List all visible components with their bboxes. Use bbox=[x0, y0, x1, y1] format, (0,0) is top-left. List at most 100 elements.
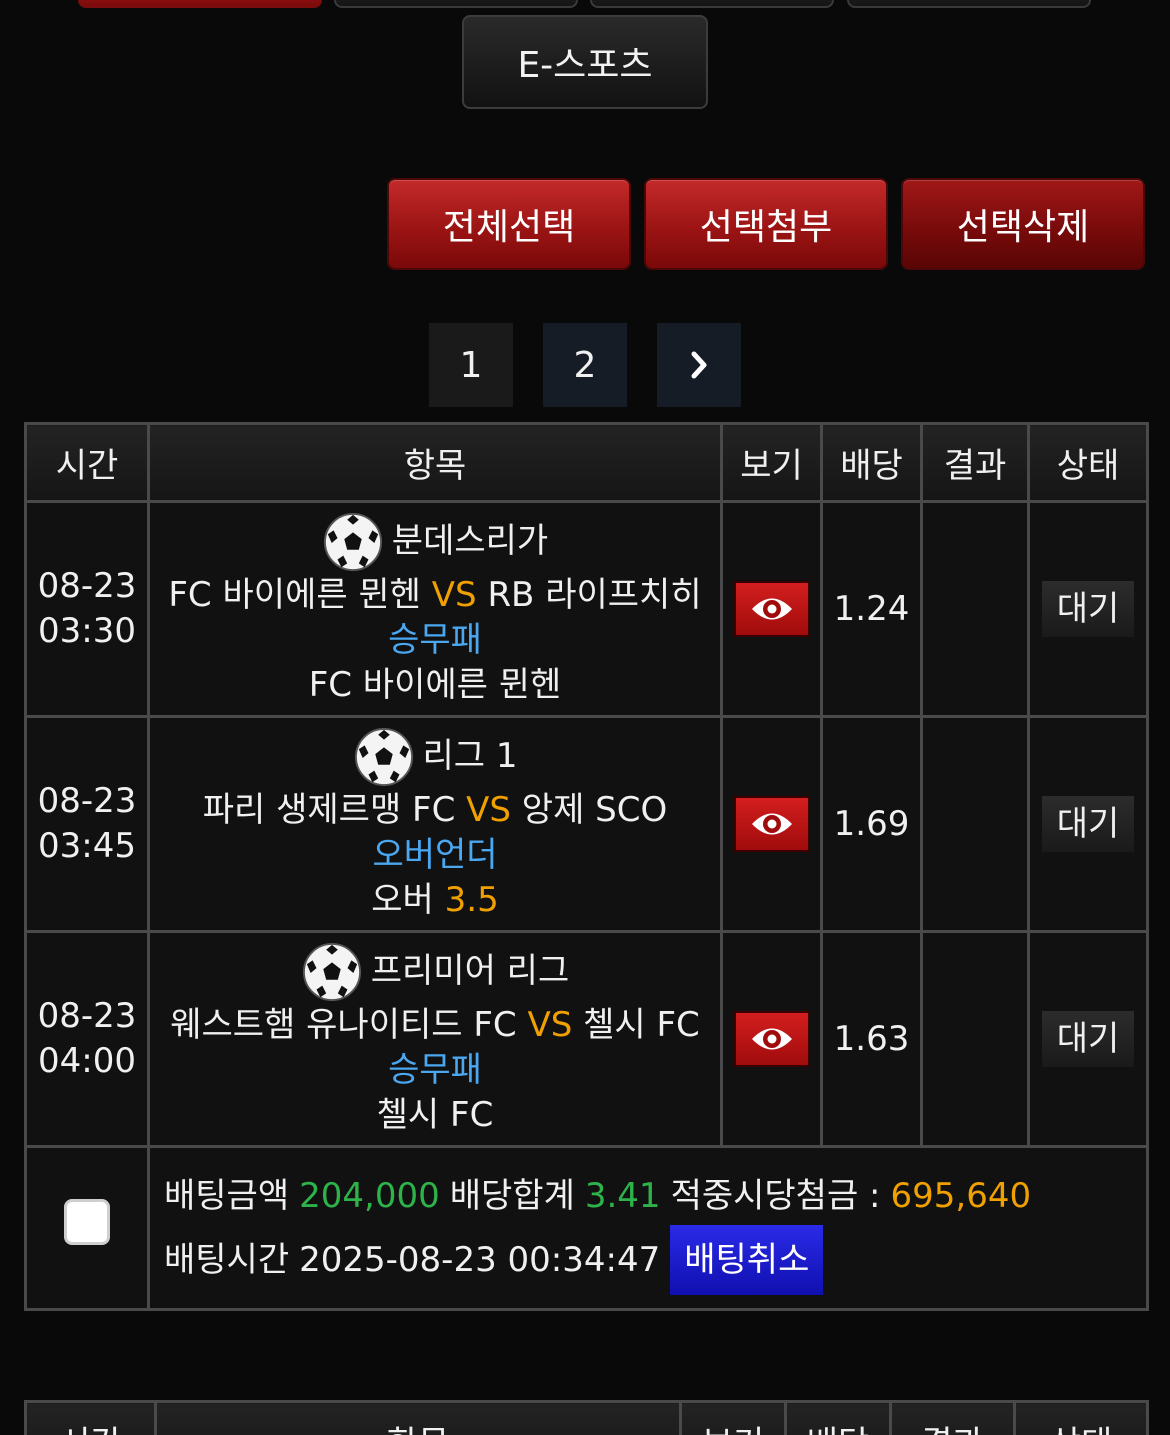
item-cell: 분데스리가 FC 바이에른 뮌헨 VS RB 라이프치히 승무패 FC 바이에른… bbox=[147, 500, 723, 718]
header-status: 상태 bbox=[1013, 1400, 1149, 1435]
home-team: 파리 생제르맹 FC bbox=[202, 789, 456, 830]
odds-value: 1.24 bbox=[820, 500, 923, 718]
bet-pick: 오버 3.5 bbox=[150, 878, 720, 923]
table-row: 08-23 04:00 프리미어 리그 웨스트햄 유나이티드 FC VS 첼시 … bbox=[24, 930, 1149, 1148]
bet-slip-table-2: 시간 항목 보기 배당 결과 상태 bbox=[24, 1400, 1149, 1435]
eye-icon bbox=[751, 813, 792, 835]
bet-slip-table: 시간 항목 보기 배당 결과 상태 08-23 03:30 분데스리가 FC 바… bbox=[24, 422, 1149, 1311]
odds-value: 1.69 bbox=[820, 715, 923, 933]
top-tab-4[interactable] bbox=[847, 0, 1091, 8]
header-view: 보기 bbox=[679, 1400, 787, 1435]
page-button-1[interactable]: 1 bbox=[429, 323, 513, 407]
result-cell bbox=[920, 930, 1030, 1148]
status-badge: 대기 bbox=[1042, 1011, 1134, 1067]
select-all-button[interactable]: 전체선택 bbox=[387, 178, 631, 270]
esports-tab-button[interactable]: E-스포츠 bbox=[462, 15, 708, 109]
top-tab-2[interactable] bbox=[334, 0, 578, 8]
bet-pick: 첼시 FC bbox=[150, 1093, 720, 1138]
home-team: 웨스트햄 유나이티드 FC bbox=[170, 1004, 517, 1045]
total-odds-label: 배당합계 bbox=[449, 1175, 575, 1216]
vs-label: VS bbox=[466, 789, 511, 830]
summary-amount-line: 배팅금액 204,000 배당합계 3.41 적중시당첨금 : 695,640 bbox=[164, 1164, 1146, 1228]
matchup: FC 바이에른 뮌헨 VS RB 라이프치히 bbox=[150, 573, 720, 618]
vs-label: VS bbox=[431, 574, 477, 615]
vs-label: VS bbox=[527, 1004, 573, 1045]
pick-value: 3.5 bbox=[444, 879, 499, 920]
table-header-row: 시간 항목 보기 배당 결과 상태 bbox=[24, 422, 1149, 503]
status-cell: 대기 bbox=[1027, 500, 1149, 718]
bet-date: 08-23 bbox=[37, 781, 137, 821]
header-time: 시간 bbox=[24, 422, 150, 503]
bet-select-checkbox[interactable] bbox=[64, 1199, 110, 1245]
view-button[interactable] bbox=[733, 796, 810, 852]
payout-amount: 695,640 bbox=[890, 1175, 1032, 1216]
delete-selected-button[interactable]: 선택삭제 bbox=[901, 178, 1145, 270]
header-result: 결과 bbox=[920, 422, 1030, 503]
eye-icon bbox=[751, 598, 792, 620]
summary-time-line: 배팅시간 2025-08-23 00:34:47 배팅취소 bbox=[164, 1225, 1146, 1295]
top-tab-active[interactable] bbox=[78, 0, 322, 8]
view-cell bbox=[720, 715, 823, 933]
bet-time: 03:30 bbox=[38, 611, 136, 651]
bet-date: 08-23 bbox=[37, 566, 137, 606]
table-row: 08-23 03:45 리그 1 파리 생제르맹 FC VS 앙제 SCO 오버… bbox=[24, 715, 1149, 933]
header-odds: 배당 bbox=[820, 422, 923, 503]
bet-amount: 204,000 bbox=[299, 1175, 440, 1216]
total-odds: 3.41 bbox=[584, 1175, 661, 1216]
header-result: 결과 bbox=[889, 1400, 1016, 1435]
away-team: 첼시 FC bbox=[583, 1004, 700, 1045]
chevron-right-icon bbox=[691, 351, 707, 379]
pick-label: 오버 bbox=[371, 879, 434, 920]
away-team: 앙제 SCO bbox=[521, 789, 668, 830]
matchup: 웨스트햄 유나이티드 FC VS 첼시 FC bbox=[150, 1003, 720, 1048]
eye-icon bbox=[751, 1028, 792, 1050]
status-badge: 대기 bbox=[1042, 796, 1134, 852]
pick-label: FC 바이에른 뮌헨 bbox=[308, 664, 562, 705]
status-badge: 대기 bbox=[1042, 581, 1134, 637]
header-view: 보기 bbox=[720, 422, 823, 503]
view-button[interactable] bbox=[733, 581, 810, 637]
away-team: RB 라이프치히 bbox=[487, 574, 702, 615]
header-status: 상태 bbox=[1027, 422, 1149, 503]
item-cell: 리그 1 파리 생제르맹 FC VS 앙제 SCO 오버언더 오버 3.5 bbox=[147, 715, 723, 933]
league-name: 리그 1 bbox=[422, 736, 518, 776]
pick-label: 첼시 FC bbox=[376, 1094, 494, 1135]
header-item: 항목 bbox=[154, 1400, 682, 1435]
header-item: 항목 bbox=[147, 422, 723, 503]
bet-date: 08-23 bbox=[37, 996, 137, 1036]
league-name: 분데스리가 bbox=[391, 521, 549, 561]
bet-summary-row: 배팅금액 204,000 배당합계 3.41 적중시당첨금 : 695,640 … bbox=[24, 1145, 1149, 1311]
bet-time: 04:00 bbox=[38, 1041, 136, 1081]
attach-selected-button[interactable]: 선택첨부 bbox=[644, 178, 888, 270]
league-name: 프리미어 리그 bbox=[370, 951, 570, 991]
table-row: 08-23 03:30 분데스리가 FC 바이에른 뮌헨 VS RB 라이프치히… bbox=[24, 500, 1149, 718]
soccer-ball-icon bbox=[323, 512, 382, 571]
result-cell bbox=[920, 500, 1030, 718]
view-cell bbox=[720, 930, 823, 1148]
cancel-bet-button[interactable]: 배팅취소 bbox=[670, 1225, 824, 1295]
market-type: 승무패 bbox=[388, 1049, 482, 1090]
time-cell: 08-23 03:45 bbox=[24, 715, 150, 933]
odds-value: 1.63 bbox=[820, 930, 923, 1148]
bet-amount-label: 배팅금액 bbox=[164, 1175, 290, 1216]
header-time: 시간 bbox=[24, 1400, 157, 1435]
soccer-ball-icon bbox=[354, 727, 413, 786]
item-cell: 프리미어 리그 웨스트햄 유나이티드 FC VS 첼시 FC 승무패 첼시 FC bbox=[147, 930, 723, 1148]
status-cell: 대기 bbox=[1027, 930, 1149, 1148]
bet-timestamp: 2025-08-23 00:34:47 bbox=[299, 1239, 661, 1280]
market-type: 승무패 bbox=[388, 619, 482, 660]
time-cell: 08-23 04:00 bbox=[24, 930, 150, 1148]
header-odds: 배당 bbox=[784, 1400, 892, 1435]
home-team: FC 바이에른 뮌헨 bbox=[168, 574, 421, 615]
status-cell: 대기 bbox=[1027, 715, 1149, 933]
bet-time-label: 배팅시간 bbox=[164, 1239, 290, 1280]
select-cell bbox=[24, 1145, 150, 1311]
summary-cell: 배팅금액 204,000 배당합계 3.41 적중시당첨금 : 695,640 … bbox=[147, 1145, 1149, 1311]
view-button[interactable] bbox=[733, 1011, 810, 1067]
next-page-button[interactable] bbox=[657, 323, 741, 407]
soccer-ball-icon bbox=[302, 942, 361, 1001]
page-button-2[interactable]: 2 bbox=[543, 323, 627, 407]
top-tab-3[interactable] bbox=[590, 0, 834, 8]
bet-time: 03:45 bbox=[38, 826, 136, 866]
time-cell: 08-23 03:30 bbox=[24, 500, 150, 718]
